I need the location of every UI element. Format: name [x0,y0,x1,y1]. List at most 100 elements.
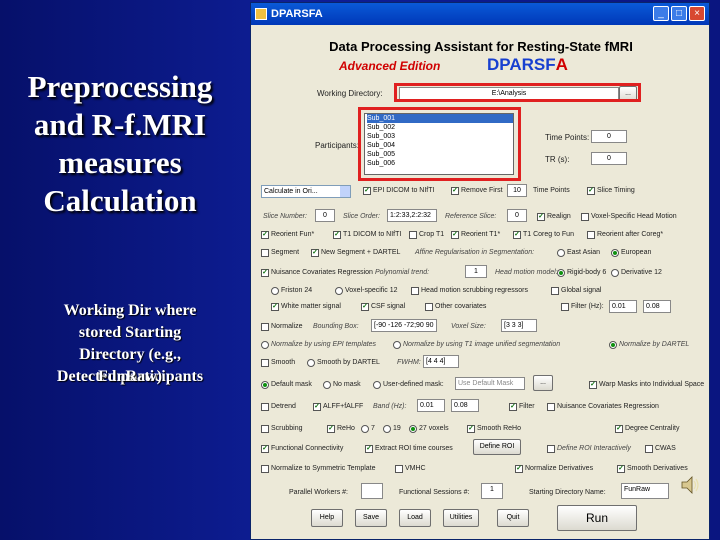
normalize-label: Normalize [271,323,303,330]
roi-tc-checkbox[interactable]: ✓ [365,445,373,453]
default-mask-radio[interactable] [261,381,269,389]
normalize-checkbox[interactable] [261,323,269,331]
reho7-radio[interactable] [361,425,369,433]
run-button[interactable]: Run [557,505,637,531]
slide-note-overlap: FunRaw) [97,368,162,385]
band-hi-input[interactable]: 0.08 [451,399,479,412]
fc-checkbox[interactable]: ✓ [261,445,269,453]
slice-number-input[interactable]: 0 [315,209,335,222]
sessions-input[interactable]: 1 [481,483,503,499]
no-mask-radio[interactable] [323,381,331,389]
other-cov-checkbox[interactable] [425,303,433,311]
other-cov-label: Other covariates [435,303,487,310]
segment-checkbox[interactable] [261,249,269,257]
start-dir-input[interactable]: FunRaw [621,483,669,499]
time-points-input[interactable]: 0 [591,130,627,143]
t1-dicom-checkbox[interactable]: ✓ [333,231,341,239]
reorient-t1-checkbox[interactable]: ✓ [451,231,459,239]
wm-checkbox[interactable]: ✓ [271,303,279,311]
rigid6-radio[interactable] [557,269,565,277]
filter-hi-input[interactable]: 0.08 [643,300,671,313]
define-roi-button[interactable]: Define ROI [473,439,521,455]
detrend-checkbox[interactable] [261,403,269,411]
norm-deriv-label: Normalize Derivatives [525,465,594,472]
norm-sym-checkbox[interactable] [261,465,269,473]
parallel-input[interactable] [361,483,383,499]
norm-t1-radio[interactable] [393,341,401,349]
voxel-size-input[interactable]: [3 3 3] [501,319,537,332]
reho19-radio[interactable] [383,425,391,433]
norm-dartel-radio[interactable] [609,341,617,349]
user-mask-radio[interactable] [373,381,381,389]
roi-interactive-checkbox[interactable] [547,445,555,453]
close-icon[interactable]: × [689,6,705,21]
alff-checkbox[interactable]: ✓ [313,403,321,411]
slice-order-input[interactable]: 1:2:33,2:2:32 [387,209,437,222]
window-title: DPARSFA [271,8,323,20]
ref-slice-input[interactable]: 0 [507,209,527,222]
app-heading: Data Processing Assistant for Resting-St… [329,39,633,54]
friston24-radio[interactable] [271,287,279,295]
global-signal-checkbox[interactable] [551,287,559,295]
smooth-dartel-radio[interactable] [307,359,315,367]
start-dir-label: Starting Directory Name: [529,489,606,496]
utilities-button[interactable]: Utilities [443,509,479,527]
head-scrub-label: Head motion scrubbing regressors [421,287,528,294]
norm-deriv-checkbox[interactable]: ✓ [515,465,523,473]
speaker-icon[interactable] [679,474,701,496]
t1-coreg-checkbox[interactable]: ✓ [513,231,521,239]
quit-button[interactable]: Quit [497,509,529,527]
dicom-checkbox[interactable]: ✓ [363,187,371,195]
norm-epi-radio[interactable] [261,341,269,349]
help-button[interactable]: Help [311,509,343,527]
csf-checkbox[interactable]: ✓ [361,303,369,311]
deriv12-label: Derivative 12 [621,269,662,276]
smooth-checkbox[interactable] [261,359,269,367]
wm-label: White matter signal [281,303,341,310]
vmhc-checkbox[interactable] [395,465,403,473]
bbox-input[interactable]: [-90 -126 -72;90 90 108] [371,319,437,332]
head-scrub-checkbox[interactable] [411,287,419,295]
load-button[interactable]: Load [399,509,431,527]
reho-checkbox[interactable]: ✓ [327,425,335,433]
smooth-deriv-checkbox[interactable]: ✓ [617,465,625,473]
european-radio[interactable] [611,249,619,257]
tr-input[interactable]: 0 [591,152,627,165]
degree-checkbox[interactable]: ✓ [615,425,623,433]
cwas-checkbox[interactable] [645,445,653,453]
warp-masks-checkbox[interactable]: ✓ [589,381,597,389]
new-segment-checkbox[interactable]: ✓ [311,249,319,257]
filter-lo-input[interactable]: 0.01 [609,300,637,313]
voxel-friston-radio[interactable] [335,287,343,295]
east-asian-radio[interactable] [557,249,565,257]
reorient-fun-checkbox[interactable]: ✓ [261,231,269,239]
reorient-t1-label: Reorient T1* [461,231,501,238]
nuisance-after-checkbox[interactable] [547,403,555,411]
voxel-head-checkbox[interactable] [581,213,589,221]
reorient-after-coreg-checkbox[interactable] [587,231,595,239]
filter-top-checkbox[interactable] [561,303,569,311]
fwhm-input[interactable]: [4 4 4] [423,355,459,368]
detrend-label: Detrend [271,403,296,410]
filter-checkbox[interactable]: ✓ [509,403,517,411]
template-select[interactable]: Calculate in Ori... [261,185,351,198]
scrubbing-checkbox[interactable] [261,425,269,433]
remove-first-input[interactable]: 10 [507,184,527,197]
user-mask-input[interactable]: Use Default Mask [455,377,525,390]
mask-browse-button[interactable]: ... [533,375,553,391]
remove-first-checkbox[interactable]: ✓ [451,187,459,195]
poly-trend-input[interactable]: 1 [465,265,487,278]
smooth-reho-checkbox[interactable]: ✓ [467,425,475,433]
nuisance-checkbox[interactable]: ✓ [261,269,269,277]
slice-timing-checkbox[interactable]: ✓ [587,187,595,195]
realign-checkbox[interactable]: ✓ [537,213,545,221]
band-lo-input[interactable]: 0.01 [417,399,445,412]
maximize-icon[interactable]: □ [671,6,687,21]
minimize-icon[interactable]: _ [653,6,669,21]
deriv12-radio[interactable] [611,269,619,277]
reho27-radio[interactable] [409,425,417,433]
friston24-label: Friston 24 [281,287,313,294]
save-button[interactable]: Save [355,509,387,527]
norm-t1-label: Normalize by using T1 image unified segm… [403,341,561,348]
crop-t1-checkbox[interactable] [409,231,417,239]
